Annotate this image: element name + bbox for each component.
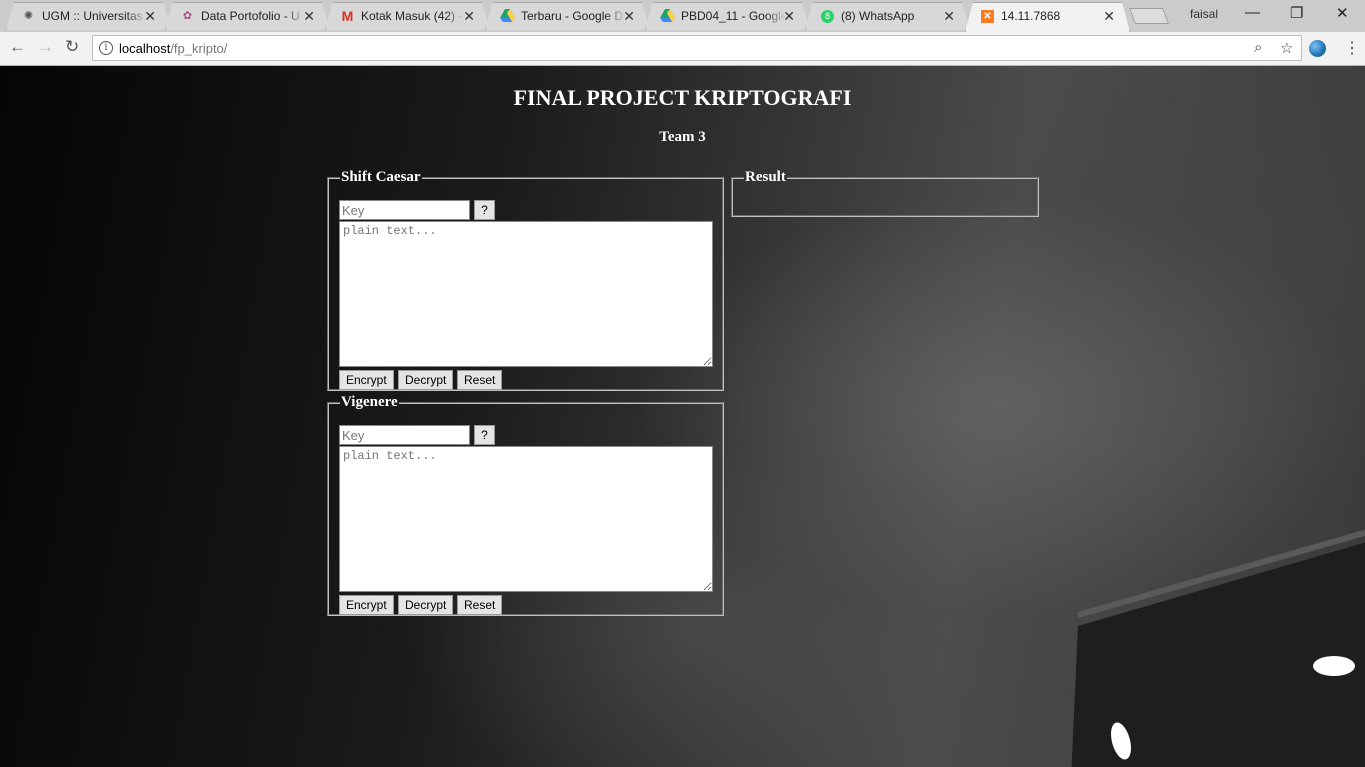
tab-data-portofolio[interactable]: ✿ Data Portofolio - U ✕: [165, 2, 330, 30]
tab-title: UGM :: Universitas: [42, 9, 143, 23]
gmail-icon: M: [341, 8, 354, 24]
minimize-icon[interactable]: —: [1245, 4, 1260, 21]
page-viewport: FINAL PROJECT KRIPTOGRAFI Team 3 Shift C…: [0, 66, 1365, 767]
close-icon[interactable]: ✕: [303, 8, 315, 25]
forward-arrow-icon[interactable]: →: [37, 37, 54, 57]
menu-icon[interactable]: ⋮: [1344, 38, 1360, 58]
result-legend: Result: [745, 169, 786, 185]
tab-whatsapp[interactable]: 8 (8) WhatsApp ✕: [805, 2, 970, 30]
caesar-key-input[interactable]: [339, 200, 470, 220]
caesar-help-button[interactable]: ?: [474, 200, 495, 220]
vigenere-reset-button[interactable]: Reset: [457, 595, 503, 615]
caesar-legend: Shift Caesar: [341, 169, 421, 185]
google-drive-icon: [660, 9, 675, 24]
reload-icon[interactable]: ↻: [65, 37, 79, 57]
caesar-reset-button[interactable]: Reset: [457, 370, 503, 390]
new-tab-button[interactable]: [1129, 8, 1169, 24]
zoom-icon[interactable]: ⌕: [1254, 39, 1262, 56]
close-icon[interactable]: ✕: [783, 8, 795, 25]
address-bar[interactable]: i localhost/fp_kripto/ ⌕ ☆: [92, 35, 1302, 61]
close-icon[interactable]: ✕: [623, 8, 635, 25]
result-fieldset: Result result here...: [731, 169, 1039, 217]
tab-title: PBD04_11 - Google: [681, 9, 786, 23]
tab-gmail[interactable]: M Kotak Masuk (42) - ✕: [325, 2, 490, 30]
portfolio-icon: ✿: [182, 10, 193, 22]
vigenere-encrypt-button[interactable]: Encrypt: [339, 595, 394, 615]
maximize-icon[interactable]: ❐: [1290, 4, 1303, 22]
vigenere-key-input[interactable]: [339, 425, 470, 445]
result-output: result here...: [743, 201, 808, 216]
vigenere-fieldset: Vigenere ? Encrypt Decrypt Reset: [327, 394, 724, 616]
background-light: [1313, 656, 1355, 676]
close-icon[interactable]: ✕: [1103, 8, 1115, 25]
url-text[interactable]: localhost/fp_kripto/: [119, 41, 227, 56]
close-icon[interactable]: ✕: [943, 8, 955, 25]
caesar-decrypt-button[interactable]: Decrypt: [398, 370, 454, 390]
back-arrow-icon[interactable]: ←: [9, 37, 26, 57]
close-window-icon[interactable]: ✕: [1336, 4, 1349, 22]
bookmark-star-icon[interactable]: ☆: [1280, 39, 1293, 57]
vigenere-plain-text-input[interactable]: [339, 446, 713, 592]
page-subtitle: Team 3: [659, 129, 706, 145]
tab-active[interactable]: ✕ 14.11.7868 ✕: [965, 2, 1130, 32]
profile-name[interactable]: faisal: [1190, 7, 1218, 21]
info-icon[interactable]: i: [99, 41, 113, 55]
vigenere-help-button[interactable]: ?: [474, 425, 495, 445]
tab-title: Terbaru - Google D: [521, 9, 624, 23]
tab-title: Data Portofolio - U: [201, 9, 300, 23]
xampp-icon: ✕: [980, 9, 995, 24]
whatsapp-icon: 8: [820, 9, 835, 24]
extension-icon[interactable]: [1309, 40, 1326, 57]
caesar-encrypt-button[interactable]: Encrypt: [339, 370, 394, 390]
caesar-plain-text-input[interactable]: [339, 221, 713, 367]
browser-toolbar: ← → ↻ i localhost/fp_kripto/ ⌕ ☆ ⋮: [0, 32, 1365, 66]
close-icon[interactable]: ✕: [463, 8, 475, 25]
tab-google-drive-pbd[interactable]: PBD04_11 - Google ✕: [645, 2, 810, 30]
close-icon[interactable]: ✕: [144, 8, 156, 25]
google-drive-icon: [500, 9, 515, 24]
tab-google-drive-terbaru[interactable]: Terbaru - Google D ✕: [485, 2, 650, 30]
tab-title: 14.11.7868: [1001, 9, 1061, 23]
vigenere-decrypt-button[interactable]: Decrypt: [398, 595, 454, 615]
tab-title: Kotak Masuk (42) -: [361, 9, 463, 23]
tab-title: (8) WhatsApp: [841, 9, 915, 23]
page-title: FINAL PROJECT KRIPTOGRAFI: [513, 85, 852, 110]
ugm-logo-icon: ✺: [23, 10, 34, 22]
vigenere-legend: Vigenere: [341, 394, 398, 410]
tab-ugm[interactable]: ✺ UGM :: Universitas ✕: [6, 2, 171, 30]
caesar-fieldset: Shift Caesar ? Encrypt Decrypt Reset: [327, 169, 724, 391]
tab-strip: ✺ UGM :: Universitas ✕ ✿ Data Portofolio…: [0, 0, 1365, 32]
